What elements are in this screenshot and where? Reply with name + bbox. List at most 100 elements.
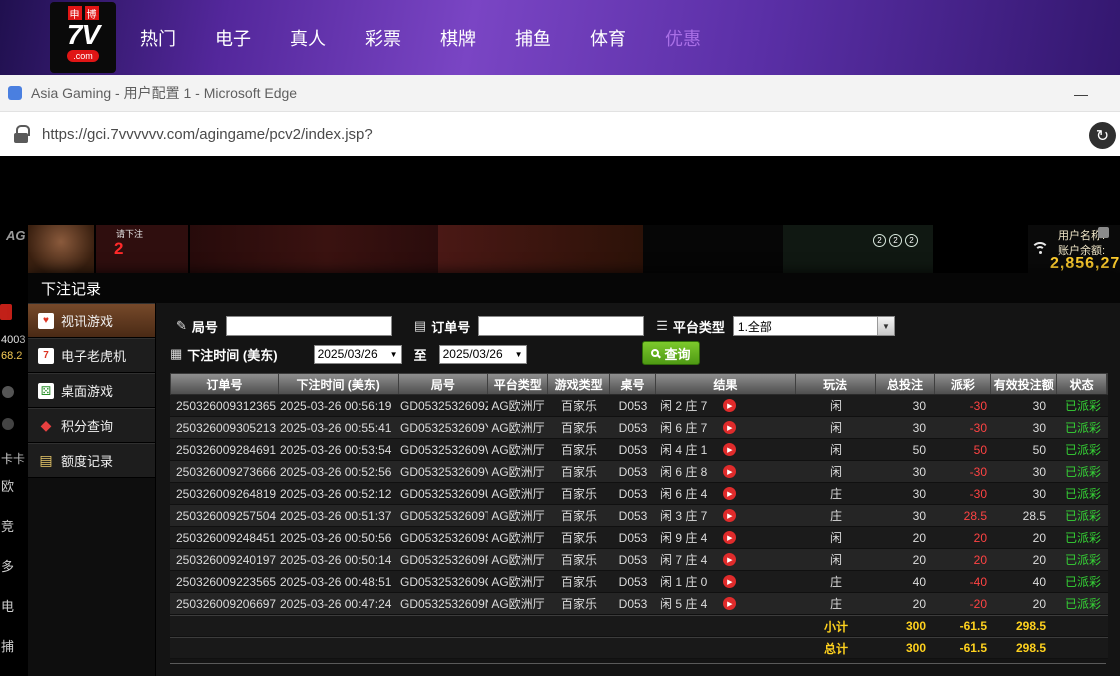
platform-type-label: 平台类型: [673, 317, 725, 336]
background-image-strip: [643, 225, 783, 273]
wifi-icon: [1030, 242, 1052, 260]
background-strip-text: 68.2: [1, 350, 22, 362]
round-number-cell: GD0532532609S: [398, 527, 488, 548]
valid-bet-cell: 20: [992, 593, 1058, 614]
sidebar-item-quota-records[interactable]: ▤ 额度记录: [28, 443, 155, 478]
result-cell: 闲 9 庄 4▶: [656, 527, 796, 548]
status-cell: 已派彩: [1058, 593, 1108, 614]
play-type-cell: 闲: [796, 417, 876, 438]
result-cell: 闲 5 庄 4 ▶: [656, 593, 796, 614]
platform-type-cell: AG欧洲厅: [488, 505, 548, 526]
table-number-cell: D053: [610, 527, 656, 548]
browser-urlbar: https://gci.7vvvvvv.com/agingame/pcv2/in…: [0, 112, 1120, 158]
sidebar-item-live-games[interactable]: ♥ 视讯游戏: [28, 303, 155, 338]
table-row: 2503260092648192025-03-26 00:52:12GD0532…: [170, 483, 1108, 505]
video-replay-icon[interactable]: ▶: [723, 553, 736, 566]
total-bet-cell: 20: [876, 549, 936, 570]
nav-item-3[interactable]: 真人: [290, 25, 326, 51]
table-number-cell: D053: [610, 505, 656, 526]
game-type-cell: 百家乐: [548, 417, 610, 438]
total-bet-cell: 50: [876, 439, 936, 460]
result-cell: 闲 4 庄 1▶: [656, 439, 796, 460]
search-button[interactable]: 查询: [642, 341, 700, 365]
video-replay-icon[interactable]: ▶: [723, 399, 736, 412]
nav-item-5[interactable]: 棋牌: [440, 25, 476, 51]
result-cell: 闲 6 庄 7▶: [656, 417, 796, 438]
payout-cell: -30: [936, 395, 992, 416]
valid-bet-cell: 20: [992, 527, 1058, 548]
background-image-strip: [438, 225, 643, 273]
subtotal-label: 小计: [796, 616, 876, 636]
filter-row-2: ▦ 下注时间 (美东) 2025/03/26 ▼ 至 2025/03/26 ▼: [170, 343, 527, 365]
status-cell: 已派彩: [1058, 439, 1108, 460]
valid-bet-cell: 40: [992, 571, 1058, 592]
payout-cell: -30: [936, 483, 992, 504]
play-type-cell: 闲: [796, 461, 876, 482]
site-logo[interactable]: 申 博 7V .com: [50, 2, 116, 73]
video-replay-icon[interactable]: ▶: [723, 443, 736, 456]
total-bet-cell: 30: [876, 417, 936, 438]
nav-item-1[interactable]: 热门: [140, 25, 176, 51]
empty-cell: [278, 638, 398, 658]
nav-item-6[interactable]: 捕鱼: [515, 25, 551, 51]
game-type-cell: 百家乐: [548, 527, 610, 548]
video-replay-icon[interactable]: ▶: [723, 421, 736, 434]
address-url[interactable]: https://gci.7vvvvvv.com/agingame/pcv2/in…: [42, 126, 373, 143]
table-row: 2503260092736662025-03-26 00:52:56GD0532…: [170, 461, 1108, 483]
result-cell: 闲 6 庄 8▶: [656, 461, 796, 482]
panel-title: 下注记录: [41, 278, 101, 299]
valid-bet-cell: 20: [992, 549, 1058, 570]
date-to-picker[interactable]: 2025/03/26 ▼: [439, 345, 527, 364]
round-number-input[interactable]: [226, 316, 392, 336]
empty-cell: [1058, 616, 1108, 636]
countdown-number: 2: [114, 239, 123, 259]
bet-time-cell: 2025-03-26 00:55:41: [278, 417, 398, 438]
list-icon: ☰: [656, 318, 668, 334]
gem-icon: ◆: [38, 418, 54, 434]
nav-item-8[interactable]: 优惠: [665, 25, 701, 51]
background-dot-icon: [2, 418, 14, 430]
col-header-platform-type: 平台类型: [488, 374, 548, 394]
status-cell: 已派彩: [1058, 461, 1108, 482]
lock-icon[interactable]: [13, 125, 29, 143]
round-number-cell: GD0532532609R: [398, 549, 488, 570]
nav-item-2[interactable]: 电子: [215, 25, 251, 51]
round-number-cell: GD0532532609N: [398, 593, 488, 614]
result-cell: 闲 6 庄 4▶: [656, 483, 796, 504]
video-replay-icon[interactable]: ▶: [723, 531, 736, 544]
nav-item-4[interactable]: 彩票: [365, 25, 401, 51]
video-replay-icon[interactable]: ▶: [723, 465, 736, 478]
result-text: 闲 5 庄 4: [660, 595, 707, 612]
video-replay-icon[interactable]: ▶: [723, 575, 736, 588]
bet-zone-thumbnail: 请下注 2: [96, 225, 188, 273]
refresh-icon[interactable]: ↻: [1089, 122, 1116, 149]
col-header-bet-time: 下注时间 (美东): [279, 374, 399, 394]
empty-cell: [278, 616, 398, 636]
date-from-picker[interactable]: 2025/03/26 ▼: [314, 345, 402, 364]
bet-time-cell: 2025-03-26 00:50:56: [278, 527, 398, 548]
video-replay-icon[interactable]: ▶: [723, 487, 736, 500]
minimize-button[interactable]: —: [1060, 75, 1102, 112]
platform-type-select[interactable]: 1.全部 ▼: [733, 316, 895, 336]
play-type-cell: 闲: [796, 395, 876, 416]
bet-time-cell: 2025-03-26 00:50:14: [278, 549, 398, 570]
logo-main-text: 7V: [67, 20, 99, 50]
order-number-input[interactable]: [478, 316, 644, 336]
calendar-icon: ▦: [170, 346, 182, 362]
video-replay-icon[interactable]: ▶: [723, 509, 736, 522]
table-row: 2503260092401972025-03-26 00:50:14GD0532…: [170, 549, 1108, 571]
total-bet-cell: 20: [876, 593, 936, 614]
nav-item-7[interactable]: 体育: [590, 25, 626, 51]
sidebar-item-table-games[interactable]: ⚄ 桌面游戏: [28, 373, 155, 408]
order-number-cell: 250326009240197: [170, 549, 278, 570]
platform-selected-value: 1.全部: [738, 318, 772, 335]
bet-time-cell: 2025-03-26 00:53:54: [278, 439, 398, 460]
total-bet-cell: 20: [876, 527, 936, 548]
sidebar-item-slots[interactable]: 7 电子老虎机: [28, 338, 155, 373]
bet-time-cell: 2025-03-26 00:51:37: [278, 505, 398, 526]
order-number-label: 订单号: [431, 317, 470, 336]
video-replay-icon[interactable]: ▶: [723, 597, 736, 610]
table-number-cell: D053: [610, 417, 656, 438]
sidebar-item-points-query[interactable]: ◆ 积分查询: [28, 408, 155, 443]
table-row: 2503260092066972025-03-26 00:47:24GD0532…: [170, 593, 1108, 615]
